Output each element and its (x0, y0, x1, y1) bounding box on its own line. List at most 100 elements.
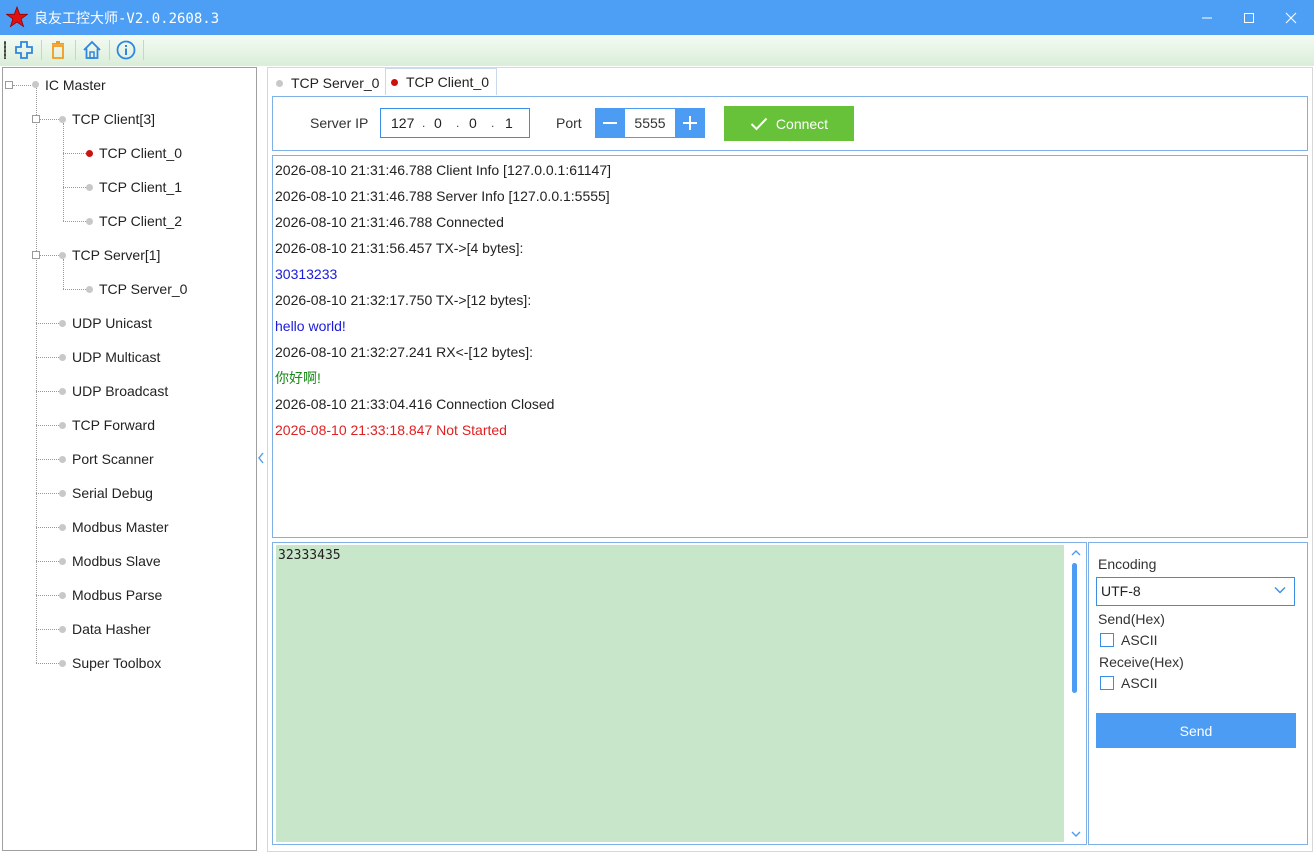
receive-hex-label: Receive(Hex) (1099, 654, 1184, 670)
send-ascii-label[interactable]: ASCII (1121, 632, 1158, 648)
connect-label: Connect (775, 115, 829, 132)
app-star-icon (6, 6, 28, 28)
tab-tcp-server-0[interactable]: TCP Server_0 (271, 70, 383, 96)
tree-connector (36, 595, 59, 596)
tree-node-icon (59, 524, 66, 531)
tree-connector (63, 289, 86, 290)
tree-node-icon (59, 592, 66, 599)
scroll-down-icon[interactable] (1071, 830, 1081, 838)
port-input[interactable]: 5555 (625, 108, 675, 138)
delete-icon (52, 41, 64, 59)
tree-node-icon (86, 218, 93, 225)
tree-connector (36, 459, 59, 460)
tree-item-serial-debug[interactable]: Serial Debug (72, 484, 153, 502)
port-increment-button[interactable] (675, 108, 705, 138)
ip-separator: . (456, 116, 460, 130)
delete-button[interactable] (46, 38, 70, 62)
ip-octet-1[interactable]: 127 (391, 115, 414, 131)
tree-connector (36, 527, 59, 528)
tree-node-icon (59, 422, 66, 429)
toolbar-separator (143, 40, 144, 60)
tree-connector (13, 85, 31, 86)
receive-ascii-checkbox[interactable] (1100, 676, 1114, 690)
tree-item-modbus-slave[interactable]: Modbus Slave (72, 552, 161, 570)
tree-node-icon (59, 660, 66, 667)
connect-button[interactable]: Connect (724, 106, 854, 141)
tree-expander[interactable] (32, 251, 40, 259)
port-decrement-button[interactable] (595, 108, 625, 138)
info-icon (116, 40, 136, 60)
tree-node-icon (59, 320, 66, 327)
collapse-panel-icon[interactable] (256, 450, 266, 466)
home-icon (83, 40, 101, 59)
tree-item-udp-multicast[interactable]: UDP Multicast (72, 348, 160, 366)
log-line: 2026-08-10 21:32:17.750 TX->[12 bytes]: (275, 292, 532, 308)
server-ip-input[interactable]: 127 . 0 . 0 . 1 (380, 108, 530, 138)
ip-octet-2[interactable]: 0 (434, 115, 442, 131)
tree-connector (63, 153, 86, 154)
tree-expander[interactable] (5, 81, 13, 89)
log-line: 2026-08-10 21:33:04.416 Connection Close… (275, 396, 555, 412)
ip-octet-4[interactable]: 1 (505, 115, 513, 131)
tree-connector (36, 391, 59, 392)
tree-connector (36, 88, 37, 663)
send-textarea[interactable]: 32333435 (276, 545, 1064, 842)
toolbar (0, 35, 1314, 66)
log-line: 2026-08-10 21:33:18.847 Not Started (275, 422, 507, 438)
tree-item-tcp-client-0[interactable]: TCP Client_0 (99, 144, 182, 162)
scroll-up-icon[interactable] (1071, 549, 1081, 557)
tree-node-icon (59, 252, 66, 259)
tree-item-tcp-forward[interactable]: TCP Forward (72, 416, 155, 434)
encoding-select[interactable]: UTF-8 (1096, 577, 1295, 606)
close-button[interactable] (1268, 0, 1314, 35)
ip-octet-3[interactable]: 0 (469, 115, 477, 131)
receive-ascii-label[interactable]: ASCII (1121, 675, 1158, 691)
tab-tcp-client-0[interactable]: TCP Client_0 (385, 68, 497, 95)
add-button[interactable] (12, 38, 36, 62)
tree-node-icon (59, 558, 66, 565)
server-ip-label: Server IP (310, 115, 369, 131)
toolbar-grip[interactable] (4, 41, 6, 59)
tree-node-icon (59, 490, 66, 497)
tree-item-tcp-server-1[interactable]: TCP Server[1] (72, 246, 160, 264)
tree-item-udp-unicast[interactable]: UDP Unicast (72, 314, 152, 332)
send-ascii-checkbox[interactable] (1100, 633, 1114, 647)
tree-item-modbus-master[interactable]: Modbus Master (72, 518, 168, 536)
tree-connector (36, 629, 59, 630)
tree-expander[interactable] (32, 115, 40, 123)
tree-item-data-hasher[interactable]: Data Hasher (72, 620, 151, 638)
tree-node-icon (86, 286, 93, 293)
home-button[interactable] (80, 38, 104, 62)
tree-node-icon (86, 184, 93, 191)
scrollbar-thumb[interactable] (1072, 563, 1077, 693)
tree-node-icon (32, 81, 39, 88)
tree-item-modbus-parse[interactable]: Modbus Parse (72, 586, 162, 604)
toolbar-separator (41, 40, 42, 60)
tree-node-icon (59, 116, 66, 123)
info-button[interactable] (114, 38, 138, 62)
toolbar-separator (75, 40, 76, 60)
log-line: 30313233 (275, 266, 338, 282)
tree-connector (36, 425, 59, 426)
check-icon (750, 117, 768, 130)
status-dot (276, 79, 283, 87)
tree-connector (63, 187, 86, 188)
minimize-button[interactable] (1184, 0, 1230, 35)
tree-item-udp-broadcast[interactable]: UDP Broadcast (72, 382, 168, 400)
tree-item-tcp-client-3[interactable]: TCP Client[3] (72, 110, 155, 128)
tree-item-super-toolbox[interactable]: Super Toolbox (72, 654, 161, 672)
log-line: 2026-08-10 21:31:46.788 Server Info [127… (275, 188, 610, 204)
maximize-button[interactable] (1226, 0, 1272, 35)
tree-item-ic-master[interactable]: IC Master (45, 76, 106, 94)
log-line: hello world! (275, 318, 346, 334)
tree-item-tcp-client-2[interactable]: TCP Client_2 (99, 212, 182, 230)
add-icon (15, 41, 33, 59)
tree-item-tcp-server-0[interactable]: TCP Server_0 (99, 280, 187, 298)
send-button[interactable]: Send (1096, 713, 1296, 748)
tree-item-port-scanner[interactable]: Port Scanner (72, 450, 154, 468)
window-title: 良友工控大师-V2.0.2608.3 (34, 11, 220, 27)
encoding-value: UTF-8 (1101, 583, 1141, 599)
tree-item-tcp-client-1[interactable]: TCP Client_1 (99, 178, 182, 196)
send-hex-label: Send(Hex) (1098, 611, 1165, 627)
tab-label: TCP Client_0 (406, 74, 490, 90)
